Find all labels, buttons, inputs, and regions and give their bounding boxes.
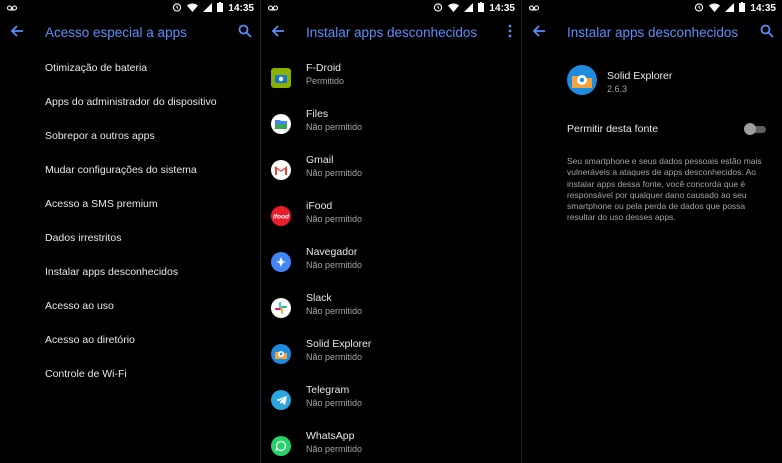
battery-icon: [739, 2, 746, 15]
battery-icon: [478, 2, 485, 15]
app-name: Navegador: [306, 246, 358, 258]
menu-item-install-unknown-apps[interactable]: Instalar apps desconhecidos: [45, 266, 178, 278]
screenshots: 14:35 Acesso especial a apps Otimização …: [0, 0, 782, 463]
app-name: F-Droid: [306, 62, 342, 74]
app-row-telegram[interactable]: Telegram Não permitido: [261, 382, 521, 426]
browser-icon: [271, 252, 291, 272]
app-row-whatsapp[interactable]: WhatsApp Não permitido: [261, 428, 521, 463]
back-arrow-icon[interactable]: [10, 24, 24, 43]
battery-icon: [217, 2, 224, 15]
app-bar: Acesso especial a apps: [0, 16, 260, 50]
fdroid-icon: [271, 68, 291, 88]
allow-from-source-label: Permitir desta fonte: [567, 123, 659, 135]
allow-from-source-row[interactable]: Permitir desta fonte: [522, 118, 782, 140]
app-permission-status: Permitido: [306, 76, 345, 86]
app-row-solid-explorer[interactable]: Solid Explorer Não permitido: [261, 336, 521, 380]
status-bar: 14:35: [522, 0, 782, 16]
clock: 14:35: [750, 3, 776, 14]
signal-icon: [203, 2, 213, 15]
menu-item-battery-optimization[interactable]: Otimização de bateria: [45, 62, 147, 74]
app-version: 2.6.3: [607, 84, 628, 94]
page-title: Acesso especial a apps: [45, 25, 187, 40]
slack-icon: [271, 298, 291, 318]
search-icon[interactable]: [760, 24, 774, 43]
files-icon: [271, 114, 291, 134]
alarm-icon: [433, 2, 443, 15]
voicemail-icon: [6, 3, 18, 14]
wifi-icon: [187, 3, 199, 15]
telegram-icon: [271, 390, 291, 410]
page-title: Instalar apps desconhecidos: [306, 25, 478, 40]
app-install-permission-screen: 14:35 Instalar apps desconhecidos Solid …: [522, 0, 782, 463]
signal-icon: [725, 2, 735, 15]
allow-from-source-toggle[interactable]: [744, 123, 766, 135]
menu-item-premium-sms[interactable]: Acesso a SMS premium: [45, 198, 158, 210]
app-row-ifood[interactable]: ifood iFood Não permitido: [261, 198, 521, 242]
back-arrow-icon[interactable]: [271, 24, 285, 43]
gmail-icon: [271, 160, 291, 180]
app-row-gmail[interactable]: Gmail Não permitido: [261, 152, 521, 196]
app-name: Solid Explorer: [607, 70, 673, 82]
clock: 14:35: [228, 3, 254, 14]
app-name: Gmail: [306, 154, 334, 166]
solid-explorer-icon: [567, 65, 597, 95]
wifi-icon: [709, 3, 721, 15]
security-warning-text: Seu smartphone e seus dados pessoais est…: [567, 156, 762, 223]
status-bar: 14:35: [0, 0, 260, 16]
wifi-icon: [448, 3, 460, 15]
alarm-icon: [694, 2, 704, 15]
menu-item-usage-access[interactable]: Acesso ao uso: [45, 300, 114, 312]
clock: 14:35: [489, 3, 515, 14]
app-name: Slack: [306, 292, 332, 304]
menu-item-directory-access[interactable]: Acesso ao diretório: [45, 334, 135, 346]
ifood-icon: ifood: [271, 206, 291, 226]
app-permission-status: Não permitido: [306, 168, 363, 178]
special-app-access-screen: 14:35 Acesso especial a apps Otimização …: [0, 0, 260, 463]
app-row-fdroid[interactable]: F-Droid Permitido: [261, 60, 521, 104]
app-name: Solid Explorer: [306, 338, 372, 350]
app-permission-status: Não permitido: [306, 398, 363, 408]
menu-item-device-admin-apps[interactable]: Apps do administrador do dispositivo: [45, 96, 217, 108]
app-bar: Instalar apps desconhecidos: [522, 16, 782, 50]
app-name: iFood: [306, 200, 333, 212]
app-permission-status: Não permitido: [306, 444, 363, 454]
app-name: WhatsApp: [306, 430, 355, 442]
signal-icon: [464, 2, 474, 15]
app-permission-status: Não permitido: [306, 352, 363, 362]
menu-item-display-over-apps[interactable]: Sobrepor a outros apps: [45, 130, 155, 142]
back-arrow-icon[interactable]: [532, 24, 546, 43]
menu-item-modify-system-settings[interactable]: Mudar configurações do sistema: [45, 164, 197, 176]
svg-text:ifood: ifood: [273, 214, 289, 221]
status-bar: 14:35: [261, 0, 521, 16]
app-bar: Instalar apps desconhecidos: [261, 16, 521, 50]
app-row-slack[interactable]: Slack Não permitido: [261, 290, 521, 334]
menu-item-unrestricted-data[interactable]: Dados irrestritos: [45, 232, 121, 244]
app-row-browser[interactable]: Navegador Não permitido: [261, 244, 521, 288]
install-unknown-apps-list-screen: 14:35 Instalar apps desconhecidos F-Droi…: [261, 0, 521, 463]
app-permission-status: Não permitido: [306, 122, 363, 132]
voicemail-icon: [267, 3, 279, 14]
app-name: Files: [306, 108, 329, 120]
search-icon[interactable]: [238, 24, 252, 43]
menu-item-wifi-control[interactable]: Controle de Wi-Fi: [45, 368, 127, 380]
app-permission-status: Não permitido: [306, 214, 363, 224]
voicemail-icon: [528, 3, 540, 14]
more-options-icon[interactable]: [507, 24, 513, 43]
app-permission-status: Não permitido: [306, 260, 363, 270]
solid-explorer-icon: [271, 344, 291, 364]
app-name: Telegram: [306, 384, 350, 396]
page-title: Instalar apps desconhecidos: [567, 25, 739, 40]
app-permission-status: Não permitido: [306, 306, 363, 316]
app-row-files[interactable]: Files Não permitido: [261, 106, 521, 150]
whatsapp-icon: [271, 436, 291, 456]
alarm-icon: [172, 2, 182, 15]
